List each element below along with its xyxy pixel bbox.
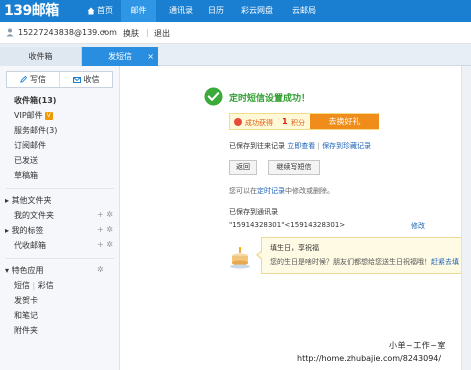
user-bar: 15227243838@139.com ▾ 换肤 | 退出 — [0, 22, 471, 62]
nav-item-contacts[interactable]: 通讯录 — [160, 0, 202, 22]
nav-item-cloud-drive[interactable]: 彩云网盘 — [234, 0, 280, 22]
divider — [6, 188, 114, 189]
sidebar-item-proxy-mail[interactable]: 代收邮箱 — [14, 240, 46, 251]
sidebar-item-vip[interactable]: VIP邮件 V — [14, 110, 53, 121]
modify-note: 您可以在定时记录中修改或删除。 — [229, 186, 334, 196]
top-navigation-bar: 139邮箱 首页 邮件 通讯录 日历 彩云网盘 云邮局 — [0, 0, 471, 22]
sidebar-item-sent[interactable]: 已发送 — [14, 155, 38, 166]
nav-item-mail[interactable]: 邮件 — [121, 0, 156, 22]
success-title: 定时短信设置成功！ — [229, 94, 311, 104]
gear-icon[interactable]: ✲ — [106, 225, 113, 234]
back-button[interactable]: 返回 — [229, 160, 257, 175]
nav-item-calendar[interactable]: 日历 — [203, 0, 229, 22]
sidebar-item-mms[interactable]: 彩信 — [38, 281, 54, 290]
watermark-url: http://home.zhubajie.com/8243094/ — [297, 354, 442, 363]
pencil-icon — [20, 75, 28, 83]
separator: | — [32, 281, 36, 290]
saved-text: 已保存到往来记录 — [229, 142, 285, 150]
tab-bar: 收件箱 发短信 × — [0, 44, 471, 66]
gear-icon[interactable]: ✲ — [106, 210, 113, 219]
sidebar-item-my-tags[interactable]: ▸ 我的标签 — [5, 225, 44, 236]
gear-icon[interactable]: ✲ — [106, 240, 113, 249]
gear-icon[interactable]: ✲ — [97, 265, 104, 274]
view-now-link[interactable]: 立即查看 — [287, 142, 315, 150]
close-icon[interactable]: × — [147, 47, 154, 66]
sidebar-item-service-mail[interactable]: 服务邮件(3) — [14, 125, 57, 136]
sidebar-item-sms-mms: 短信 | 彩信 — [14, 280, 54, 291]
sidebar-item-my-tags-label: 我的标签 — [11, 226, 44, 235]
birthday-bubble: 填生日，享祝福 您的生日是啥时候？朋友们都想给您送生日祝福哦！赶紧去填 — [256, 237, 466, 274]
redeem-gift-button[interactable]: 去换好礼 — [310, 114, 379, 129]
save-to-favorites-link[interactable]: 保存到珍藏记录 — [322, 142, 371, 150]
fill-birthday-link[interactable]: 赶紧去填 — [431, 258, 459, 266]
proxy-mail-tools: + ✲ — [97, 240, 113, 249]
brand-logo[interactable]: 139邮箱 — [4, 2, 59, 20]
gift-icon — [234, 118, 242, 126]
separator: | — [317, 142, 320, 150]
tab-inbox[interactable]: 收件箱 — [0, 47, 82, 66]
sidebar-item-features[interactable]: ▾ 特色应用 — [5, 265, 44, 276]
sidebar-item-other-folders-label: 其他文件夹 — [11, 196, 52, 205]
modify-prefix: 您可以在 — [229, 187, 257, 195]
scheduled-records-link[interactable]: 定时记录 — [257, 187, 285, 195]
receive-button-label: 收信 — [83, 75, 100, 84]
add-icon[interactable]: + — [97, 225, 104, 234]
add-icon[interactable]: + — [97, 210, 104, 219]
sidebar: 写信 收信 收件箱(13) VIP邮件 V 服务邮件(3) 订阅邮件 已发送 草稿… — [0, 66, 120, 370]
birthday-title: 填生日，享祝福 — [270, 244, 319, 252]
reward-banner: 成功获得 1 积分 去换好礼 — [229, 113, 379, 130]
logout-link[interactable]: 退出 — [154, 28, 170, 39]
switch-skin-link[interactable]: 换肤 — [123, 28, 139, 39]
nav-item-home[interactable]: 首页 — [80, 0, 120, 22]
write-button-label: 写信 — [30, 75, 46, 84]
sidebar-item-vip-label: VIP邮件 — [14, 111, 43, 120]
chevron-down-icon[interactable]: ▾ — [102, 28, 106, 36]
birthday-message: 您的生日是啥时候？朋友们都想给您送生日祝福哦！ — [270, 258, 431, 266]
user-icon — [6, 28, 14, 37]
sidebar-item-greeting-card[interactable]: 发贺卡 — [14, 295, 38, 306]
write-button[interactable]: 写信 — [7, 72, 60, 87]
add-icon[interactable]: + — [97, 240, 104, 249]
tab-send-sms[interactable]: 发短信 × — [82, 47, 158, 66]
sidebar-item-drafts[interactable]: 草稿箱 — [14, 170, 38, 181]
tab-send-sms-label: 发短信 — [108, 52, 132, 61]
my-folders-tools: + ✲ — [97, 210, 113, 219]
features-tools: ✲ — [97, 265, 104, 274]
sidebar-item-other-folders[interactable]: ▸ 其他文件夹 — [5, 195, 52, 206]
bubble-tail-inner — [258, 251, 263, 259]
address-book-label: 已保存到通讯录 — [229, 208, 278, 216]
saved-record-row: 已保存到往来记录 立即查看 | 保存到珍藏记录 — [229, 141, 371, 151]
birthday-text: 您的生日是啥时候？朋友们都想给您送生日祝福哦！赶紧去填 — [270, 257, 459, 267]
reward-unit: 积分 — [291, 119, 305, 127]
nav-item-home-label: 首页 — [97, 6, 113, 15]
main-content: 定时短信设置成功！ 成功获得 1 积分 去换好礼 已保存到往来记录 立即查看 |… — [121, 66, 466, 370]
sidebar-item-attachments[interactable]: 附件夹 — [14, 325, 38, 336]
check-circle-icon — [204, 87, 223, 106]
my-tags-tools: + ✲ — [97, 225, 113, 234]
vip-badge-icon: V — [44, 111, 53, 120]
watermark-name: 小单~工作~室 — [389, 341, 446, 350]
sidebar-item-notes[interactable]: 和笔记 — [14, 310, 38, 321]
continue-sms-button[interactable]: 继续写短信 — [268, 160, 320, 175]
separator: | — [146, 28, 149, 37]
receive-button[interactable]: 收信 — [60, 72, 112, 87]
sidebar-item-features-label: 特色应用 — [11, 266, 44, 275]
sidebar-item-inbox[interactable]: 收件箱(13) — [14, 95, 56, 106]
sidebar-item-my-folders[interactable]: 我的文件夹 — [14, 210, 54, 221]
edit-contact-link[interactable]: 修改 — [411, 221, 425, 231]
right-scroll-strip[interactable] — [461, 66, 471, 370]
reward-points: 1 — [282, 117, 288, 126]
sidebar-item-subscriptions[interactable]: 订阅邮件 — [14, 140, 46, 151]
reward-text: 成功获得 — [245, 119, 273, 127]
divider — [6, 258, 114, 259]
nav-item-cloud-post-office[interactable]: 云邮局 — [284, 0, 324, 22]
compose-row: 写信 收信 — [6, 71, 113, 88]
sidebar-item-sms[interactable]: 短信 — [14, 281, 30, 290]
birthday-cake-icon — [230, 247, 250, 269]
modify-suffix: 中修改或删除。 — [285, 187, 334, 195]
home-icon — [87, 7, 95, 14]
envelope-icon — [72, 76, 81, 83]
address-book-value: "15914328301"<15914328301> — [229, 221, 346, 229]
